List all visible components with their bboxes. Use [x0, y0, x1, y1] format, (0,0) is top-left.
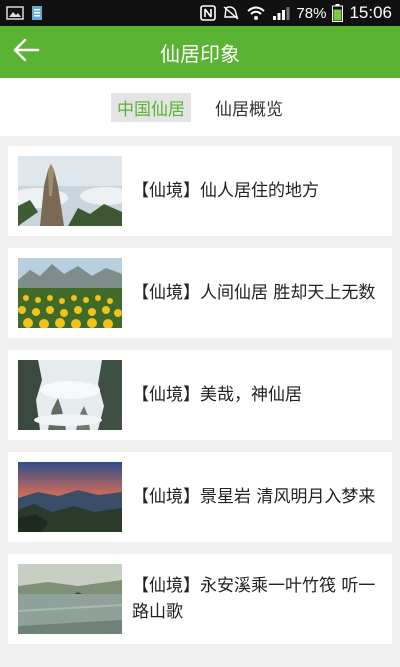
article-title: 【仙境】景星岩 清风明月入梦来 — [132, 487, 376, 507]
gallery-icon — [6, 6, 24, 20]
article-thumbnail — [18, 156, 122, 226]
list-item[interactable]: 【仙境】永安溪乘一叶竹筏 听一路山歌 — [8, 554, 392, 644]
app-bar: 仙居印象 — [0, 26, 400, 78]
file-icon — [30, 5, 44, 21]
article-title: 【仙境】永安溪乘一叶竹筏 听一路山歌 — [132, 576, 376, 622]
list-item[interactable]: 【仙境】美哉，神仙居 — [8, 350, 392, 440]
battery-percent: 78% — [296, 4, 327, 22]
article-title: 【仙境】美哉，神仙居 — [132, 385, 302, 405]
article-title: 【仙境】仙人居住的地方 — [132, 181, 319, 201]
signal-icon — [272, 5, 290, 21]
status-left — [6, 5, 44, 21]
list-item[interactable]: 【仙境】仙人居住的地方 — [8, 146, 392, 236]
status-right: 78% 15:06 — [200, 3, 392, 23]
article-thumbnail — [18, 462, 122, 532]
tab-strip: 中国仙居 仙居概览 — [0, 78, 400, 136]
status-time: 15:06 — [349, 3, 392, 22]
article-thumbnail — [18, 360, 122, 430]
article-title: 【仙境】人间仙居 胜却天上无数 — [132, 283, 376, 303]
nfc-icon — [200, 5, 217, 21]
arrow-left-icon — [12, 38, 40, 66]
wifi-icon — [246, 5, 266, 21]
article-thumbnail — [18, 564, 122, 634]
article-thumbnail — [18, 258, 122, 328]
page-title: 仙居印象 — [160, 41, 240, 66]
article-list: 【仙境】仙人居住的地方 【仙境】人间仙居 胜却天上无数 【仙境】美哉，神仙居 【… — [0, 136, 400, 644]
list-item[interactable]: 【仙境】人间仙居 胜却天上无数 — [8, 248, 392, 338]
battery-icon — [332, 4, 344, 22]
tab-china-xianju[interactable]: 中国仙居 — [111, 92, 191, 122]
mute-icon — [222, 5, 240, 21]
list-item[interactable]: 【仙境】景星岩 清风明月入梦来 — [8, 452, 392, 542]
tab-xianju-overview[interactable]: 仙居概览 — [209, 93, 289, 122]
status-bar: 78% 15:06 — [0, 0, 400, 26]
back-button[interactable] — [0, 26, 52, 78]
